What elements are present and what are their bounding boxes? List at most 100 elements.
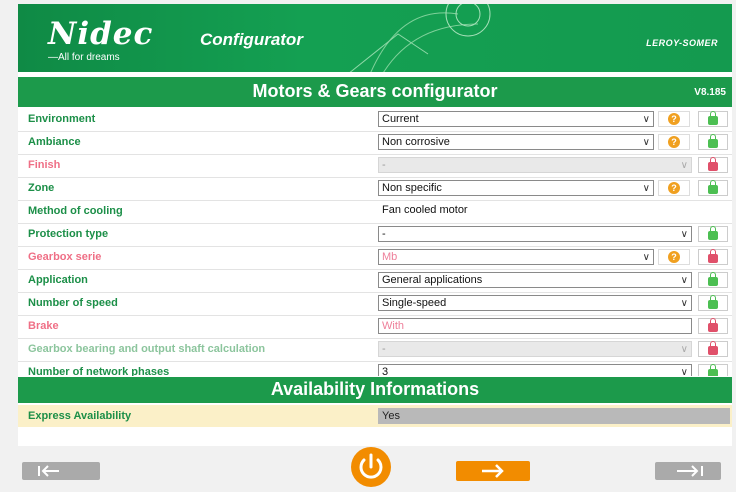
lock-toggle-button[interactable] (698, 157, 728, 173)
form-row: Environment Current ∨? (18, 109, 732, 132)
padlock-closed-icon (708, 341, 718, 355)
form-row: Protection type - ∨ (18, 224, 732, 247)
last-page-button[interactable] (655, 462, 721, 480)
app-title: Configurator (200, 30, 303, 49)
padlock-closed-icon (708, 157, 718, 171)
field-value-text: Fan cooled motor (382, 204, 468, 216)
form-row: Gearbox serie Mb ∨? (18, 247, 732, 270)
first-page-arrow-icon (38, 465, 59, 477)
chevron-down-icon: ∨ (680, 298, 688, 309)
form-row: Finish - ∨ (18, 155, 732, 178)
chevron-down-icon: ∨ (642, 114, 650, 125)
field-select[interactable]: Non specific ∨ (378, 180, 654, 196)
last-page-arrow-icon (677, 465, 703, 477)
field-label: Number of speed (28, 297, 118, 309)
padlock-open-icon (708, 134, 718, 148)
field-select[interactable]: Single-speed ∨ (378, 295, 692, 311)
question-icon: ? (668, 136, 680, 148)
field-select[interactable]: With (378, 318, 692, 334)
field-value-text: Mb (382, 251, 398, 263)
nidec-logo: Nidec (48, 16, 154, 52)
lock-toggle-button[interactable] (698, 134, 728, 150)
field-label: Gearbox serie (28, 251, 102, 263)
lock-toggle-button[interactable] (698, 295, 728, 311)
form-row: Ambiance Non corrosive ∨? (18, 132, 732, 155)
field-label: Protection type (28, 228, 109, 240)
padlock-open-icon (708, 295, 718, 309)
padlock-open-icon (708, 180, 718, 194)
field-value-text: General applications (382, 274, 483, 286)
express-availability-row: Express Availability Yes (18, 405, 732, 427)
padlock-open-icon (708, 111, 718, 125)
lock-toggle-button[interactable] (698, 249, 728, 265)
field-label: Finish (28, 159, 61, 171)
padlock-closed-icon (708, 318, 718, 332)
lock-toggle-button[interactable] (698, 226, 728, 242)
field-select[interactable]: - ∨ (378, 226, 692, 242)
lock-toggle-button[interactable] (698, 318, 728, 334)
padlock-closed-icon (708, 249, 718, 263)
field-label: Zone (28, 182, 55, 194)
field-value-text: Non corrosive (382, 136, 450, 148)
field-select[interactable]: Non corrosive ∨ (378, 134, 654, 150)
field-value-text: With (382, 320, 404, 332)
lock-toggle-button[interactable] (698, 341, 728, 357)
form-row: Zone Non specific ∨? (18, 178, 732, 201)
field-label: Brake (28, 320, 59, 332)
chevron-down-icon: ∨ (680, 275, 688, 286)
first-page-button[interactable] (22, 462, 100, 480)
lock-toggle-button[interactable] (698, 272, 728, 288)
availability-title-bar: Availability Informations (18, 376, 732, 403)
help-button[interactable]: ? (658, 134, 690, 150)
field-label: Gearbox bearing and output shaft calcula… (28, 343, 266, 355)
chevron-down-icon: ∨ (680, 160, 688, 171)
page-title: Motors & Gears configurator (252, 81, 498, 101)
field-value-text: Current (382, 113, 419, 125)
field-select[interactable]: - ∨ (378, 157, 692, 173)
leroy-somer-brand: LEROY-SOMER (646, 38, 718, 48)
field-value-text: - (382, 228, 386, 240)
padlock-open-icon (708, 226, 718, 240)
field-label: Ambiance (28, 136, 81, 148)
chevron-down-icon: ∨ (680, 229, 688, 240)
chevron-down-icon: ∨ (642, 252, 650, 263)
field-select[interactable]: General applications ∨ (378, 272, 692, 288)
form-row: Method of cooling Fan cooled motor (18, 201, 732, 224)
field-label: Application (28, 274, 88, 286)
field-select[interactable]: Mb ∨ (378, 249, 654, 265)
help-button[interactable]: ? (658, 249, 690, 265)
power-button[interactable] (351, 447, 391, 487)
field-value: Fan cooled motor (378, 203, 692, 219)
field-select[interactable]: - ∨ (378, 341, 692, 357)
chevron-down-icon: ∨ (680, 344, 688, 355)
form-row: Number of speed Single-speed ∨ (18, 293, 732, 316)
field-label: Method of cooling (28, 205, 123, 217)
next-arrow-icon (482, 464, 504, 478)
header-decoration (349, 4, 491, 72)
lock-toggle-button[interactable] (698, 111, 728, 127)
express-availability-label: Express Availability (28, 410, 132, 422)
help-button[interactable]: ? (658, 111, 690, 127)
field-value-text: - (382, 159, 386, 171)
field-label: Environment (28, 113, 96, 125)
padlock-open-icon (708, 272, 718, 286)
availability-title: Availability Informations (270, 379, 480, 399)
config-form: Environment Current ∨? Ambiance Non corrosiv… (18, 109, 732, 385)
chevron-down-icon: ∨ (642, 183, 650, 194)
form-row: Brake With (18, 316, 732, 339)
field-value-text: - (382, 343, 386, 355)
version-label: V8.185 (694, 87, 726, 98)
configurator-title-bar: Motors & Gears configurator V8.185 (18, 75, 732, 109)
question-icon: ? (668, 113, 680, 125)
lock-toggle-button[interactable] (698, 180, 728, 196)
help-button[interactable]: ? (658, 180, 690, 196)
power-icon (359, 453, 383, 479)
form-row: Gearbox bearing and output shaft calcula… (18, 339, 732, 362)
logo-tagline: —All for dreams (48, 52, 120, 63)
next-button[interactable] (456, 461, 530, 481)
field-select[interactable]: Current ∨ (378, 111, 654, 127)
form-row: Application General applications ∨ (18, 270, 732, 293)
header-banner: Nidec —All for dreams Configurator LEROY… (18, 4, 732, 72)
chevron-down-icon: ∨ (642, 137, 650, 148)
field-value-text: Single-speed (382, 297, 447, 309)
